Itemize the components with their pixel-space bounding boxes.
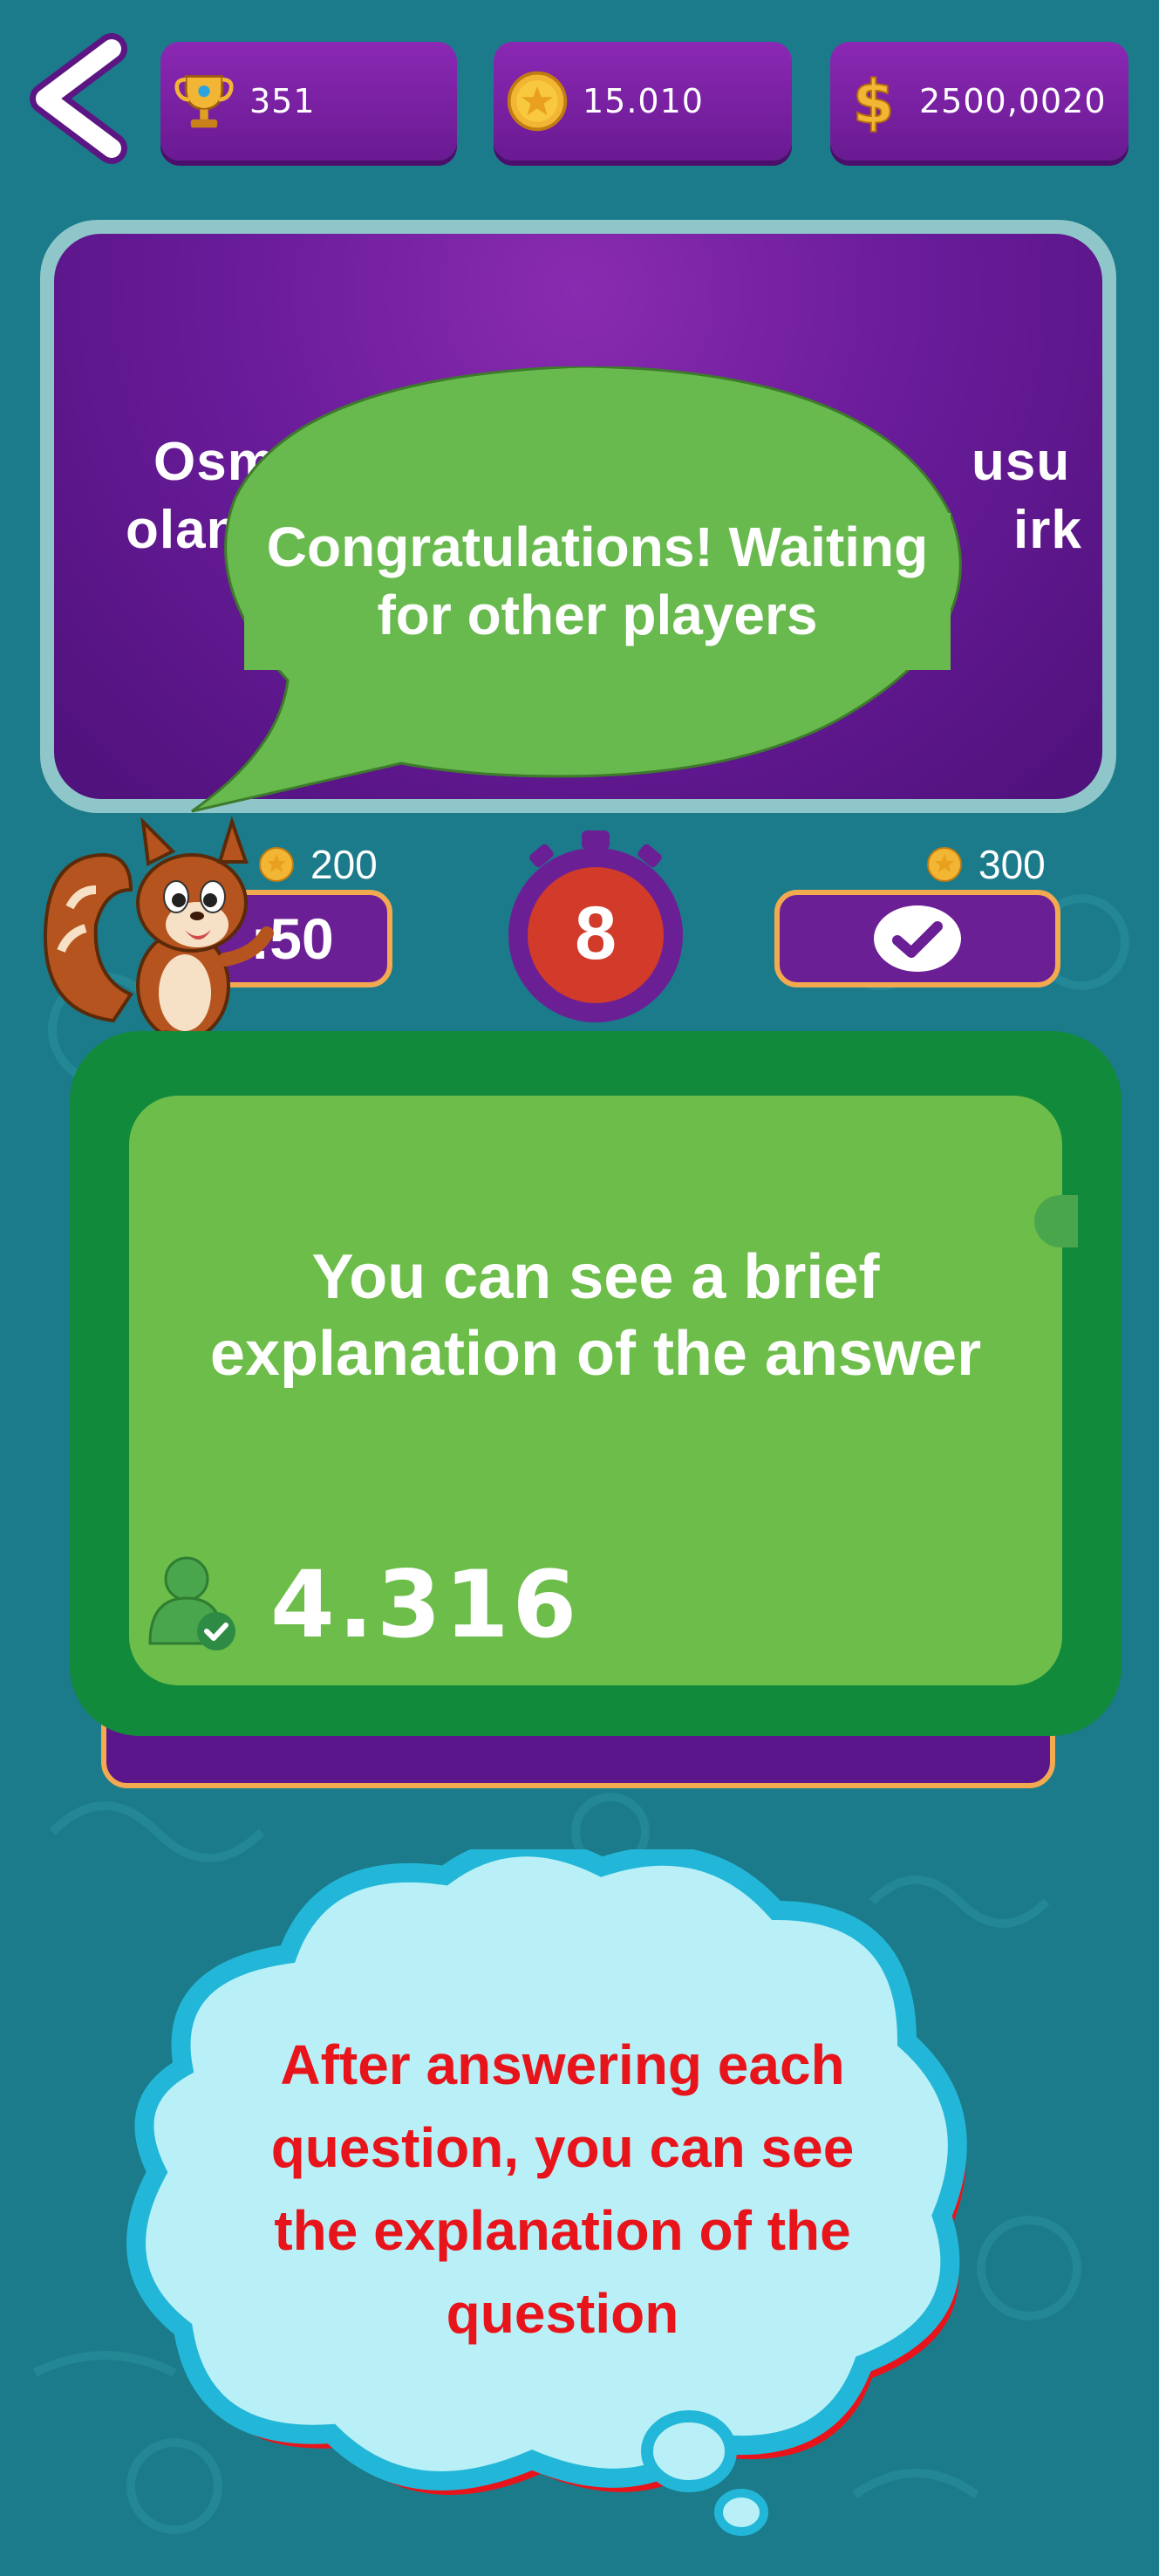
- tip-line1: After answering each: [280, 2033, 845, 2096]
- explanation-line1: You can see a brief: [311, 1242, 880, 1312]
- question-text-line2-right: irk: [1013, 500, 1082, 560]
- trophy-icon: [174, 75, 234, 128]
- question-text-line1-right: usu: [972, 432, 1071, 492]
- checkmark-icon: [874, 905, 961, 972]
- gold-coin-icon: [507, 71, 568, 132]
- explanation-text: You can see a brief explanation of the a…: [129, 1239, 1062, 1392]
- answer-player-count: 4.316: [270, 1551, 581, 1658]
- speech-line2: for other players: [377, 584, 818, 646]
- correct-answer-button[interactable]: [774, 890, 1060, 987]
- speech-line1: Congratulations! Waiting: [266, 516, 929, 578]
- tip-text: After answering each question, you can s…: [192, 2024, 933, 2355]
- gold-coin-icon: [927, 847, 962, 882]
- coin-counter: 15.010: [494, 42, 792, 161]
- tip-line2: question, you can see: [270, 2116, 855, 2179]
- coin-count: 15.010: [583, 82, 704, 120]
- speech-bubble-text: Congratulations! Waiting for other playe…: [244, 513, 951, 670]
- fifty-cost: 200: [310, 842, 378, 887]
- explanation-line2: explanation of the answer: [209, 1319, 982, 1389]
- back-button[interactable]: [26, 33, 131, 164]
- cash-count: 2500,0020: [919, 82, 1107, 120]
- squirrel-mascot: [43, 816, 274, 1057]
- timer-value: 8: [575, 892, 617, 975]
- player-check-icon: [148, 1556, 235, 1650]
- svg-text:$: $: [853, 69, 896, 134]
- trophy-count: 351: [249, 82, 316, 120]
- back-chevron-icon: [30, 33, 127, 164]
- dollar-icon: $: [852, 68, 896, 134]
- tip-line3: the explanation of the: [274, 2199, 851, 2262]
- trophy-counter: 351: [160, 42, 457, 161]
- check-cost: 300: [978, 842, 1046, 887]
- tip-line4: question: [446, 2282, 679, 2345]
- cash-counter: $ 2500,0020: [830, 42, 1128, 161]
